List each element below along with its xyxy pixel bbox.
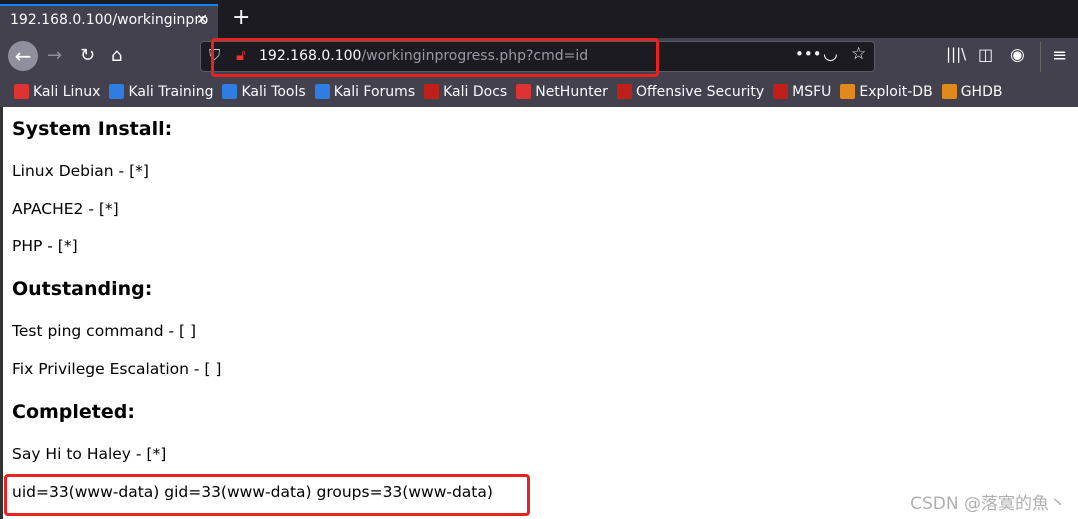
bookmark-label: Exploit-DB — [859, 83, 933, 100]
tab-active[interactable]: 192.168.0.100/workinginpro ✕ — [0, 4, 218, 38]
bookmark-label: Kali Linux — [33, 83, 101, 100]
bookmark-item[interactable]: Kali Linux — [14, 84, 100, 100]
bookmark-item[interactable]: Kali Training — [109, 84, 213, 100]
kali-dragon-icon — [222, 84, 238, 99]
item-test-ping: Test ping command - [ ] — [12, 322, 197, 340]
menu-icon[interactable]: ≡ — [1052, 45, 1067, 66]
watermark: CSDN @落寞的魚丶 — [910, 494, 1066, 514]
bookmark-item[interactable]: Kali Docs — [424, 84, 507, 100]
bookmark-label: Kali Docs — [443, 83, 508, 100]
tab-strip: 192.168.0.100/workinginpro ✕ + — [0, 0, 1078, 38]
heading-outstanding: Outstanding: — [12, 278, 153, 300]
kali-docs-icon — [424, 84, 440, 99]
toolbar-divider — [1040, 42, 1041, 72]
close-tab-icon[interactable]: ✕ — [196, 12, 208, 28]
bookmark-label: MSFU — [792, 83, 832, 100]
url-highlight-box — [211, 38, 659, 77]
bookmark-star-icon[interactable]: ☆ — [851, 44, 866, 64]
tab-title: 192.168.0.100/workinginpro — [10, 12, 209, 28]
bookmark-item[interactable]: Exploit-DB — [840, 83, 933, 100]
sidebar-icon[interactable]: ◫ — [978, 45, 993, 64]
item-fix-privesc: Fix Privilege Escalation - [ ] — [12, 360, 222, 378]
spider-icon — [840, 84, 856, 99]
output-highlight-box — [4, 474, 530, 516]
bookmark-item[interactable]: GHDB — [941, 83, 1003, 100]
bookmark-item[interactable]: MSFU — [773, 84, 831, 100]
item-say-hi: Say Hi to Haley - [*] — [12, 445, 167, 463]
bookmark-label: Kali Tools — [241, 83, 306, 100]
page-content: System Install: Linux Debian - [*] APACH… — [0, 107, 1078, 519]
bookmarks-bar: Kali Linux Kali Training Kali Tools Kali Fo… — [0, 76, 1078, 107]
heading-completed: Completed: — [12, 401, 135, 423]
more-actions-icon[interactable]: ••• — [795, 45, 822, 63]
kali-linux-icon — [516, 84, 532, 99]
kali-dragon-icon — [109, 84, 125, 99]
reload-button[interactable]: ↻ — [80, 45, 95, 66]
offsec-icon — [773, 84, 789, 99]
new-tab-button[interactable]: + — [232, 5, 250, 30]
library-icon[interactable]: |||\ — [946, 45, 966, 63]
bookmark-label: Offensive Security — [635, 83, 765, 100]
bookmark-label: Kali Forums — [333, 83, 416, 100]
spider-icon — [941, 84, 957, 99]
account-icon[interactable]: ◉ — [1010, 45, 1025, 65]
forward-button[interactable]: → — [47, 45, 62, 66]
bookmark-item[interactable]: NetHunter — [516, 84, 608, 100]
bookmark-item[interactable]: Offensive Security — [616, 83, 765, 100]
item-apache2: APACHE2 - [*] — [12, 200, 119, 218]
bookmark-item[interactable]: Kali Tools — [222, 83, 306, 100]
pocket-icon[interactable]: ◡ — [823, 44, 838, 64]
offsec-icon — [616, 84, 632, 99]
item-linux-debian: Linux Debian - [*] — [12, 162, 149, 180]
bookmark-label: NetHunter — [535, 83, 608, 100]
bookmark-label: Kali Training — [128, 83, 214, 100]
back-button[interactable]: ← — [8, 41, 38, 71]
heading-system-install: System Install: — [12, 118, 173, 140]
bookmark-item[interactable]: Kali Forums — [314, 83, 416, 100]
item-php: PHP - [*] — [12, 237, 78, 255]
home-button[interactable]: ⌂ — [111, 45, 122, 66]
kali-linux-icon — [14, 84, 29, 99]
kali-dragon-icon — [314, 84, 330, 99]
bookmark-label: GHDB — [960, 83, 1003, 100]
